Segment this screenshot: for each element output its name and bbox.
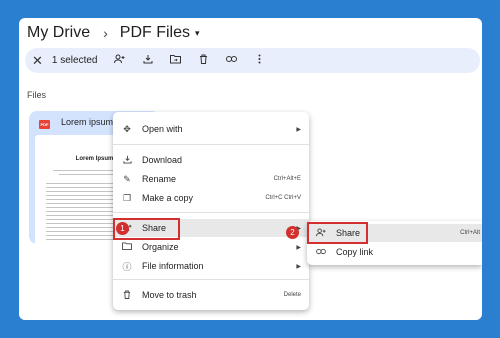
- add-person-icon[interactable]: [113, 54, 127, 67]
- menu-divider: [113, 144, 309, 145]
- pdf-file-icon: PDF: [39, 120, 50, 129]
- folder-icon: [121, 242, 133, 252]
- menu-item-organize[interactable]: Organize ▶: [113, 238, 309, 256]
- menu-item-file-information[interactable]: ⓘ File information ▶: [113, 257, 309, 275]
- selection-toolbar: ✕ 1 selected: [25, 48, 480, 73]
- menu-item-move-to-trash[interactable]: Move to trash Delete: [113, 286, 309, 304]
- context-menu: ✥ Open with ▶ Download ✎ Rename Ctrl+Alt…: [113, 112, 309, 310]
- submenu-arrow-icon: ▶: [296, 263, 301, 270]
- breadcrumb-dropdown-icon[interactable]: ▾: [195, 28, 200, 39]
- link-icon: [315, 247, 327, 257]
- submenu-arrow-icon: ▶: [296, 244, 301, 251]
- submenu-share-highlight-box: [307, 222, 368, 244]
- file-name: Lorem ipsum: [61, 117, 114, 127]
- menu-item-download[interactable]: Download: [113, 151, 309, 169]
- download-icon[interactable]: [141, 54, 155, 67]
- menu-divider: [113, 279, 309, 280]
- drive-window: My Drive › PDF Files ▾ ✕ 1 selected File…: [19, 18, 482, 320]
- submenu-item-copy-link[interactable]: Copy link: [307, 243, 482, 261]
- step-2-badge: 2: [286, 226, 299, 239]
- info-icon: ⓘ: [122, 261, 132, 272]
- trash-icon: [121, 290, 133, 301]
- copy-icon: ❐: [122, 192, 132, 203]
- menu-item-make-copy[interactable]: ❐ Make a copy Ctrl+C Ctrl+V: [113, 189, 309, 207]
- breadcrumb: My Drive › PDF Files ▾: [27, 20, 200, 46]
- breadcrumb-separator: ›: [103, 25, 108, 41]
- pencil-icon: ✎: [123, 173, 131, 184]
- step-1-badge: 1: [116, 222, 129, 235]
- link-icon[interactable]: [225, 55, 239, 66]
- files-section-label: Files: [27, 90, 47, 100]
- selection-count: 1 selected: [51, 55, 98, 66]
- download-icon: [121, 155, 133, 166]
- submenu-arrow-icon: ▶: [296, 126, 301, 133]
- trash-icon[interactable]: [197, 54, 211, 67]
- menu-item-open-with[interactable]: ✥ Open with ▶: [113, 120, 309, 138]
- move-to-folder-icon[interactable]: [169, 54, 183, 67]
- breadcrumb-my-drive[interactable]: My Drive: [27, 24, 90, 42]
- breadcrumb-pdf-files[interactable]: PDF Files: [120, 24, 190, 42]
- more-vert-icon[interactable]: [253, 54, 267, 67]
- menu-item-rename[interactable]: ✎ Rename Ctrl+Alt+E: [113, 170, 309, 188]
- menu-divider: [113, 212, 309, 213]
- move-arrows-icon: ✥: [123, 123, 131, 134]
- clear-selection-icon[interactable]: ✕: [32, 53, 43, 69]
